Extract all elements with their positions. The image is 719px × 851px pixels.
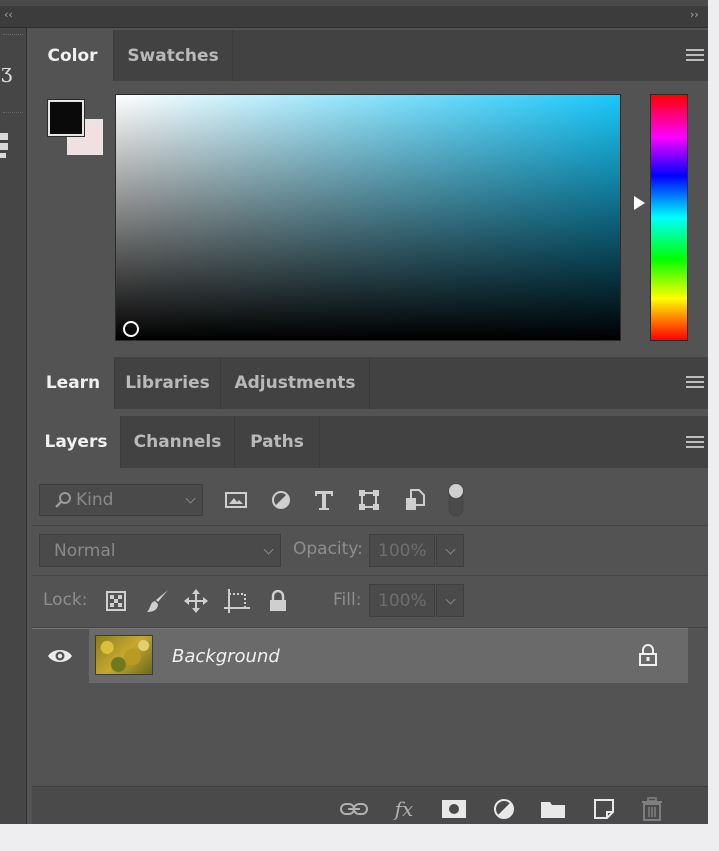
chevron-down-icon: [445, 594, 456, 605]
filter-kind-label: Kind: [76, 490, 114, 510]
fx-label: fx: [394, 797, 414, 821]
hue-slider-handle[interactable]: [634, 196, 645, 210]
new-layer-icon[interactable]: [590, 795, 618, 823]
photoshop-panels: ‹‹ ›› ʒ Color Swatches Learn Libraries A…: [0, 0, 708, 824]
search-icon: [55, 492, 71, 508]
color-panel-tabbar: Color Swatches: [32, 30, 708, 81]
blend-mode-dropdown[interactable]: Normal: [39, 534, 281, 567]
properties-icon[interactable]: [0, 133, 10, 163]
layer-thumbnail[interactable]: [95, 635, 153, 675]
fill-value: 100%: [378, 590, 427, 611]
tab-swatches[interactable]: Swatches: [114, 30, 233, 81]
panel-menu-icon[interactable]: [686, 49, 704, 61]
lock-position-icon[interactable]: [182, 587, 210, 615]
opacity-slider-button[interactable]: [436, 534, 464, 567]
history-icon[interactable]: ʒ: [1, 60, 12, 82]
filter-toggle-icon[interactable]: [446, 483, 466, 517]
color-picker-ring[interactable]: [123, 321, 139, 337]
lock-label: Lock:: [43, 590, 88, 610]
dock-header-line: [0, 0, 708, 6]
layer-lock-icon: [636, 642, 660, 668]
tab-layers[interactable]: Layers: [32, 416, 121, 468]
tab-color[interactable]: Color: [32, 30, 114, 81]
learn-panel-tabbar: Learn Libraries Adjustments: [32, 357, 708, 409]
tab-channels[interactable]: Channels: [121, 416, 235, 468]
color-field[interactable]: [115, 94, 621, 341]
panel-menu-icon[interactable]: [686, 376, 704, 388]
chevron-down-icon: [445, 544, 456, 555]
tab-paths[interactable]: Paths: [235, 416, 320, 468]
lock-image-pixels-icon[interactable]: [144, 587, 172, 615]
type-filter-icon[interactable]: [311, 484, 337, 516]
lock-artboard-icon[interactable]: [222, 587, 252, 615]
opacity-field[interactable]: 100%: [369, 534, 435, 567]
fill-field[interactable]: 100%: [369, 584, 435, 617]
adjustment-filter-icon[interactable]: [268, 484, 294, 516]
fx-icon[interactable]: fx: [389, 795, 419, 823]
chevron-down-icon: [185, 493, 196, 504]
layer-name[interactable]: Background: [172, 646, 280, 667]
eye-icon[interactable]: [46, 644, 74, 668]
layers-panel-tabbar: Layers Channels Paths: [32, 416, 708, 468]
tab-learn[interactable]: Learn: [32, 357, 115, 409]
panel-menu-icon[interactable]: [686, 436, 704, 448]
tab-libraries[interactable]: Libraries: [115, 357, 221, 409]
blend-mode-value: Normal: [54, 540, 116, 561]
foreground-color-swatch[interactable]: [47, 99, 85, 137]
panel-dock-header: ‹‹ ››: [0, 0, 708, 28]
chevron-down-icon: [263, 544, 274, 555]
fill-slider-button[interactable]: [436, 584, 464, 617]
tab-adjustments[interactable]: Adjustments: [221, 357, 370, 409]
opacity-label: Opacity:: [293, 539, 363, 559]
expand-panels-button[interactable]: ››: [690, 9, 699, 21]
link-layers-icon[interactable]: [338, 795, 370, 823]
trash-icon[interactable]: [638, 795, 666, 823]
strip-grip: [3, 112, 23, 117]
mask-icon[interactable]: [440, 795, 468, 823]
lock-transparent-pixels-icon[interactable]: [104, 589, 128, 613]
fill-label: Fill:: [333, 590, 362, 610]
opacity-value: 100%: [378, 540, 427, 561]
group-folder-icon[interactable]: [538, 795, 568, 823]
hue-slider[interactable]: [650, 94, 688, 341]
image-filter-icon[interactable]: [223, 484, 249, 516]
shape-filter-icon[interactable]: [356, 484, 382, 516]
lock-all-icon[interactable]: [266, 587, 290, 615]
smart-object-filter-icon[interactable]: [402, 484, 428, 516]
strip-grip: [3, 34, 23, 39]
collapse-left-button[interactable]: ‹‹: [4, 9, 13, 21]
adjustment-icon[interactable]: [490, 795, 518, 823]
filter-kind-dropdown[interactable]: Kind: [39, 484, 203, 516]
